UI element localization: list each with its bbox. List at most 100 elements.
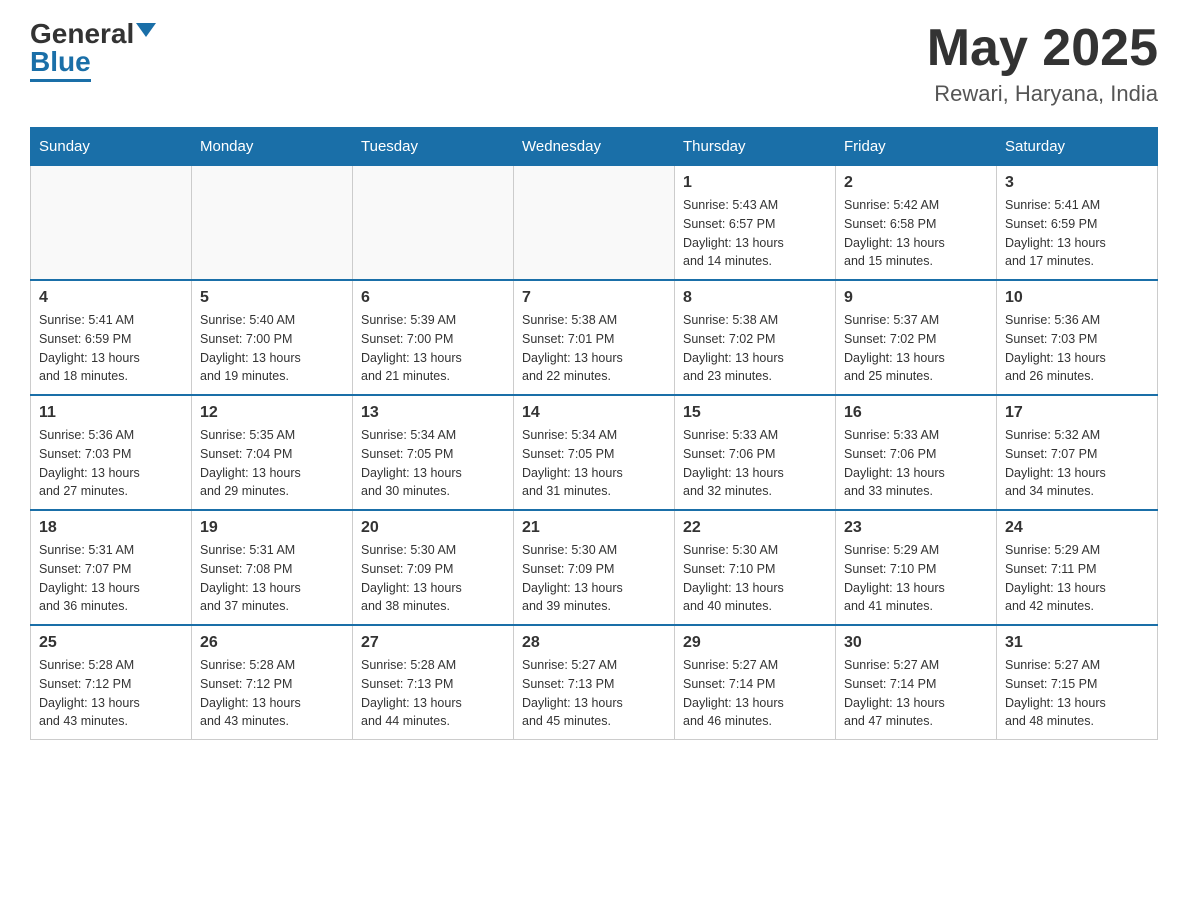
day-number: 2 [844, 174, 988, 192]
calendar-day-cell [31, 166, 192, 281]
calendar-day-cell: 25 Sunrise: 5:28 AMSunset: 7:12 PMDayligh… [31, 625, 192, 740]
day-info: Sunrise: 5:30 AMSunset: 7:09 PMDaylight:… [361, 541, 505, 616]
day-info: Sunrise: 5:27 AMSunset: 7:13 PMDaylight:… [522, 656, 666, 731]
day-info: Sunrise: 5:28 AMSunset: 7:12 PMDaylight:… [200, 656, 344, 731]
day-info: Sunrise: 5:41 AMSunset: 6:59 PMDaylight:… [39, 311, 183, 386]
day-number: 15 [683, 404, 827, 422]
calendar-day-cell: 8 Sunrise: 5:38 AMSunset: 7:02 PMDaylight… [675, 280, 836, 395]
calendar-week-row: 11 Sunrise: 5:36 AMSunset: 7:03 PMDayligh… [31, 395, 1158, 510]
logo-general-text: General [30, 20, 134, 48]
logo-blue-text: Blue [30, 48, 91, 76]
day-number: 13 [361, 404, 505, 422]
day-number: 27 [361, 634, 505, 652]
day-info: Sunrise: 5:43 AMSunset: 6:57 PMDaylight:… [683, 196, 827, 271]
day-number: 21 [522, 519, 666, 537]
calendar-day-cell: 29 Sunrise: 5:27 AMSunset: 7:14 PMDayligh… [675, 625, 836, 740]
day-info: Sunrise: 5:29 AMSunset: 7:10 PMDaylight:… [844, 541, 988, 616]
day-info: Sunrise: 5:27 AMSunset: 7:15 PMDaylight:… [1005, 656, 1149, 731]
calendar-week-row: 1 Sunrise: 5:43 AMSunset: 6:57 PMDaylight… [31, 166, 1158, 281]
day-number: 16 [844, 404, 988, 422]
header-tuesday: Tuesday [353, 128, 514, 166]
day-number: 8 [683, 289, 827, 307]
calendar-day-cell: 5Sunrise: 5:40 AMSunset: 7:00 PMDaylight… [192, 280, 353, 395]
calendar-day-cell: 2 Sunrise: 5:42 AMSunset: 6:58 PMDaylight… [836, 166, 997, 281]
calendar-day-cell: 1 Sunrise: 5:43 AMSunset: 6:57 PMDaylight… [675, 166, 836, 281]
day-number: 23 [844, 519, 988, 537]
calendar-day-cell: 20 Sunrise: 5:30 AMSunset: 7:09 PMDayligh… [353, 510, 514, 625]
day-info: Sunrise: 5:27 AMSunset: 7:14 PMDaylight:… [844, 656, 988, 731]
day-info: Sunrise: 5:38 AMSunset: 7:02 PMDaylight:… [683, 311, 827, 386]
day-number: 30 [844, 634, 988, 652]
day-info: Sunrise: 5:36 AMSunset: 7:03 PMDaylight:… [1005, 311, 1149, 386]
calendar-table: SundayMondayTuesdayWednesdayThursdayFrid… [30, 127, 1158, 740]
day-number: 1 [683, 174, 827, 192]
day-number: 11 [39, 404, 183, 422]
day-info: Sunrise: 5:36 AMSunset: 7:03 PMDaylight:… [39, 426, 183, 501]
day-number: 9 [844, 289, 988, 307]
calendar-day-cell [353, 166, 514, 281]
day-info: Sunrise: 5:27 AMSunset: 7:14 PMDaylight:… [683, 656, 827, 731]
day-info: Sunrise: 5:31 AMSunset: 7:07 PMDaylight:… [39, 541, 183, 616]
day-number: 20 [361, 519, 505, 537]
day-info: Sunrise: 5:28 AMSunset: 7:12 PMDaylight:… [39, 656, 183, 731]
day-info: Sunrise: 5:39 AMSunset: 7:00 PMDaylight:… [361, 311, 505, 386]
day-info: Sunrise: 5:40 AMSunset: 7:00 PMDaylight:… [200, 311, 344, 386]
calendar-header-row: SundayMondayTuesdayWednesdayThursdayFrid… [31, 128, 1158, 166]
day-number: 10 [1005, 289, 1149, 307]
calendar-day-cell: 16Sunrise: 5:33 AMSunset: 7:06 PMDayligh… [836, 395, 997, 510]
day-info: Sunrise: 5:31 AMSunset: 7:08 PMDaylight:… [200, 541, 344, 616]
header-saturday: Saturday [997, 128, 1158, 166]
calendar-day-cell: 4 Sunrise: 5:41 AMSunset: 6:59 PMDaylight… [31, 280, 192, 395]
calendar-day-cell: 6 Sunrise: 5:39 AMSunset: 7:00 PMDaylight… [353, 280, 514, 395]
header-friday: Friday [836, 128, 997, 166]
day-number: 17 [1005, 404, 1149, 422]
calendar-day-cell: 11 Sunrise: 5:36 AMSunset: 7:03 PMDayligh… [31, 395, 192, 510]
calendar-day-cell: 13 Sunrise: 5:34 AMSunset: 7:05 PMDayligh… [353, 395, 514, 510]
calendar-day-cell: 22Sunrise: 5:30 AMSunset: 7:10 PMDayligh… [675, 510, 836, 625]
day-info: Sunrise: 5:30 AMSunset: 7:09 PMDaylight:… [522, 541, 666, 616]
day-info: Sunrise: 5:29 AMSunset: 7:11 PMDaylight:… [1005, 541, 1149, 616]
day-number: 28 [522, 634, 666, 652]
day-number: 18 [39, 519, 183, 537]
calendar-day-cell: 30 Sunrise: 5:27 AMSunset: 7:14 PMDayligh… [836, 625, 997, 740]
header-sunday: Sunday [31, 128, 192, 166]
day-number: 29 [683, 634, 827, 652]
day-number: 7 [522, 289, 666, 307]
calendar-day-cell [514, 166, 675, 281]
calendar-day-cell: 7 Sunrise: 5:38 AMSunset: 7:01 PMDaylight… [514, 280, 675, 395]
calendar-day-cell: 23 Sunrise: 5:29 AMSunset: 7:10 PMDayligh… [836, 510, 997, 625]
header-monday: Monday [192, 128, 353, 166]
day-info: Sunrise: 5:32 AMSunset: 7:07 PMDaylight:… [1005, 426, 1149, 501]
day-number: 31 [1005, 634, 1149, 652]
calendar-day-cell: 14Sunrise: 5:34 AMSunset: 7:05 PMDayligh… [514, 395, 675, 510]
day-number: 3 [1005, 174, 1149, 192]
calendar-week-row: 25 Sunrise: 5:28 AMSunset: 7:12 PMDayligh… [31, 625, 1158, 740]
day-info: Sunrise: 5:41 AMSunset: 6:59 PMDaylight:… [1005, 196, 1149, 271]
day-info: Sunrise: 5:30 AMSunset: 7:10 PMDaylight:… [683, 541, 827, 616]
day-number: 12 [200, 404, 344, 422]
header-wednesday: Wednesday [514, 128, 675, 166]
title-section: May 2025 Rewari, Haryana, India [927, 20, 1158, 107]
day-number: 24 [1005, 519, 1149, 537]
month-title: May 2025 [927, 20, 1158, 77]
calendar-day-cell: 31 Sunrise: 5:27 AMSunset: 7:15 PMDayligh… [997, 625, 1158, 740]
day-info: Sunrise: 5:33 AMSunset: 7:06 PMDaylight:… [683, 426, 827, 501]
day-info: Sunrise: 5:34 AMSunset: 7:05 PMDaylight:… [522, 426, 666, 501]
day-info: Sunrise: 5:38 AMSunset: 7:01 PMDaylight:… [522, 311, 666, 386]
calendar-week-row: 18 Sunrise: 5:31 AMSunset: 7:07 PMDayligh… [31, 510, 1158, 625]
calendar-day-cell: 12Sunrise: 5:35 AMSunset: 7:04 PMDayligh… [192, 395, 353, 510]
calendar-day-cell: 3 Sunrise: 5:41 AMSunset: 6:59 PMDaylight… [997, 166, 1158, 281]
day-info: Sunrise: 5:28 AMSunset: 7:13 PMDaylight:… [361, 656, 505, 731]
day-info: Sunrise: 5:42 AMSunset: 6:58 PMDaylight:… [844, 196, 988, 271]
location-title: Rewari, Haryana, India [927, 81, 1158, 107]
day-number: 4 [39, 289, 183, 307]
calendar-day-cell: 27 Sunrise: 5:28 AMSunset: 7:13 PMDayligh… [353, 625, 514, 740]
calendar-week-row: 4 Sunrise: 5:41 AMSunset: 6:59 PMDaylight… [31, 280, 1158, 395]
day-number: 25 [39, 634, 183, 652]
logo-underline [30, 79, 91, 82]
logo: General Blue [30, 20, 156, 82]
calendar-day-cell: 15 Sunrise: 5:33 AMSunset: 7:06 PMDayligh… [675, 395, 836, 510]
day-number: 6 [361, 289, 505, 307]
day-info: Sunrise: 5:34 AMSunset: 7:05 PMDaylight:… [361, 426, 505, 501]
calendar-day-cell: 18 Sunrise: 5:31 AMSunset: 7:07 PMDayligh… [31, 510, 192, 625]
